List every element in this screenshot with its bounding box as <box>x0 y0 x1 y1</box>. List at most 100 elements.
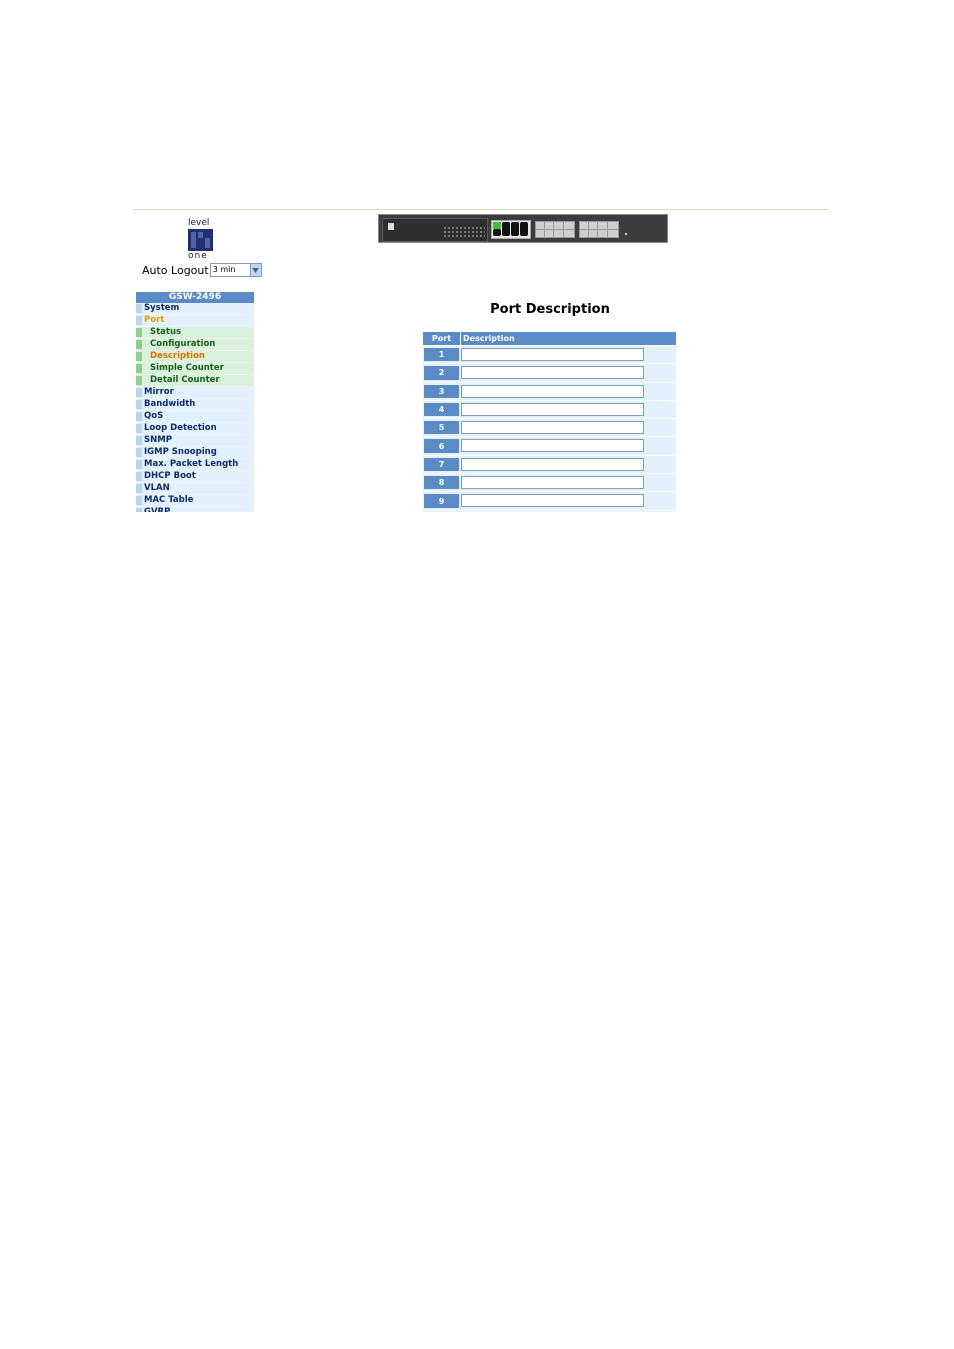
port-description-input[interactable] <box>461 348 644 361</box>
menu-item-label: Simple Counter <box>150 363 224 373</box>
port-description-input[interactable] <box>461 402 644 416</box>
description-cell <box>460 456 676 473</box>
description-cell <box>460 383 676 400</box>
sidebar-item-port[interactable]: Port <box>136 315 254 327</box>
table-body: 1 2 3 4 5 6 7 8 910 <box>423 345 676 512</box>
table-row: 8 <box>423 473 676 492</box>
sidebar-item-qos[interactable]: QoS <box>136 411 254 423</box>
menu-item-label: Configuration <box>150 339 216 349</box>
sidebar-item-detail-counter[interactable]: Detail Counter <box>136 375 254 387</box>
menu-item-label: IGMP Snooping <box>144 447 217 457</box>
menu-item-label: Loop Detection <box>144 423 217 433</box>
description-cell <box>460 474 676 491</box>
logo-top-text: level <box>188 218 210 228</box>
description-cell <box>460 511 676 512</box>
port-group-2 <box>535 221 575 238</box>
port-number: 8 <box>424 476 459 490</box>
sidebar-item-dhcp-boot[interactable]: DHCP Boot <box>136 471 254 483</box>
port-number: 5 <box>424 421 459 435</box>
port-description-input[interactable] <box>461 494 644 508</box>
menu-bullet-icon <box>136 424 142 433</box>
sidebar-item-bandwidth[interactable]: Bandwidth <box>136 399 254 411</box>
port-number: 1 <box>424 348 459 362</box>
menu-item-label: System <box>144 303 180 313</box>
page-title: Port Description <box>490 302 610 317</box>
levelone-logo: level one <box>186 219 220 261</box>
port-description-input[interactable] <box>461 384 644 398</box>
table-header: Port Description <box>423 332 676 345</box>
description-cell <box>460 437 676 454</box>
sidebar-item-vlan[interactable]: VLAN <box>136 483 254 495</box>
top-divider <box>133 209 829 210</box>
sidebar-item-loop-detection[interactable]: Loop Detection <box>136 423 254 435</box>
port-number: 6 <box>424 439 459 453</box>
sidebar-item-configuration[interactable]: Configuration <box>136 339 254 351</box>
description-cell <box>460 401 676 418</box>
sidebar-item-snmp[interactable]: SNMP <box>136 435 254 447</box>
auto-logout-label: Auto Logout <box>142 263 209 277</box>
description-cell <box>460 364 676 381</box>
header-description: Description <box>461 332 676 345</box>
menu-bullet-icon <box>136 376 142 385</box>
menu-item-label: GVRP <box>144 507 171 512</box>
port-description-input[interactable] <box>461 457 644 471</box>
port-description-input[interactable] <box>461 476 644 490</box>
menu-item-label: Bandwidth <box>144 399 196 409</box>
menu-bullet-icon <box>136 496 142 505</box>
sidebar-item-system[interactable]: System <box>136 303 254 315</box>
sidebar-item-mac-table[interactable]: MAC Table <box>136 495 254 507</box>
sidebar-item-simple-counter[interactable]: Simple Counter <box>136 363 254 375</box>
power-led <box>625 233 627 235</box>
menu-item-label: DHCP Boot <box>144 471 196 481</box>
sidebar-item-mirror[interactable]: Mirror <box>136 387 254 399</box>
menu-bullet-icon <box>136 388 142 397</box>
description-cell <box>460 419 676 436</box>
menu-bullet-icon <box>136 316 142 325</box>
auto-logout-value: 3 min <box>212 265 236 274</box>
table-row: 6 <box>423 436 676 455</box>
menu-bullet-icon <box>136 436 142 445</box>
table-row: 3 <box>423 381 676 400</box>
menu-item-label: Max. Packet Length <box>144 459 239 469</box>
table-row: 10 <box>423 509 676 512</box>
port-led-grid <box>443 226 485 238</box>
menu-bullet-icon <box>136 508 142 512</box>
table-row: 1 <box>423 345 676 364</box>
port-number: 9 <box>424 494 459 508</box>
switch-front-plate <box>382 218 488 242</box>
port-group-3 <box>579 221 619 238</box>
menu-bullet-icon <box>136 400 142 409</box>
port-description-table: Port Description 1 2 3 4 5 6 7 8 910 <box>423 332 676 512</box>
chevron-down-icon[interactable] <box>249 264 261 276</box>
menu-bullet-icon <box>136 352 142 361</box>
port-description-input[interactable] <box>461 421 644 435</box>
sidebar-item-description[interactable]: Description <box>136 351 254 363</box>
table-row: 2 <box>423 363 676 382</box>
switch-front-panel-image <box>378 214 668 243</box>
menu-item-label: SNMP <box>144 435 172 445</box>
logo-bottom-text: one <box>188 251 208 261</box>
menu-item-label: MAC Table <box>144 495 194 505</box>
menu-title: GSW-2496 <box>136 292 254 303</box>
sidebar-item-gvrp[interactable]: GVRP <box>136 507 254 512</box>
menu-bullet-icon <box>136 448 142 457</box>
menu-items: System Port Status Configuration Description… <box>136 303 254 512</box>
description-cell <box>460 346 676 363</box>
table-row: 7 <box>423 454 676 474</box>
sidebar-item-status[interactable]: Status <box>136 327 254 339</box>
auto-logout-select[interactable]: 3 min <box>209 263 262 277</box>
port-description-input[interactable] <box>461 366 644 380</box>
sidebar-item-max-packet-length[interactable]: Max. Packet Length <box>136 459 254 471</box>
menu-bullet-icon <box>136 328 142 337</box>
menu-item-label: Mirror <box>144 387 174 397</box>
description-cell <box>460 492 676 509</box>
port-description-input[interactable] <box>461 439 644 453</box>
sidebar-item-igmp-snooping[interactable]: IGMP Snooping <box>136 447 254 459</box>
device-logo-icon <box>388 223 394 230</box>
menu-item-label: Status <box>150 327 182 337</box>
table-row: 9 <box>423 491 676 510</box>
port-number: 2 <box>424 366 459 380</box>
menu-item-label: VLAN <box>144 483 170 493</box>
menu-item-label: Port <box>144 315 165 325</box>
menu-bullet-icon <box>136 364 142 373</box>
